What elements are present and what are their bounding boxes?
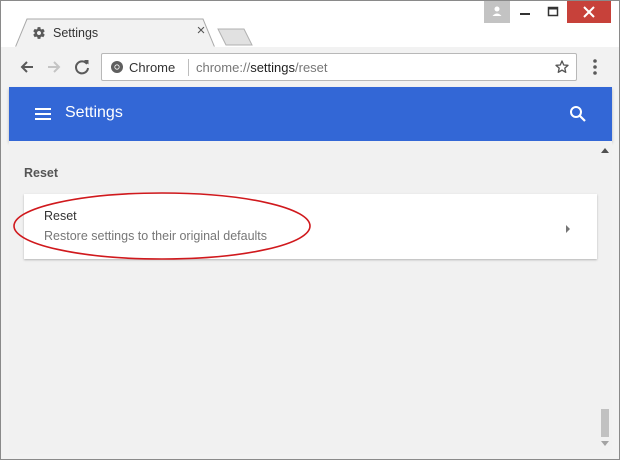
chrome-icon: [110, 60, 124, 74]
tab-settings[interactable]: Settings ×: [15, 18, 215, 48]
more-vert-icon: [593, 59, 597, 75]
url-prefix: chrome://: [196, 60, 251, 75]
origin-label: Chrome: [129, 60, 176, 75]
settings-content: Reset Reset Restore settings to their or…: [9, 141, 612, 454]
settings-header: Settings: [9, 87, 612, 141]
chrome-menu-button[interactable]: [587, 57, 603, 77]
browser-toolbar: Chrome chrome://settings/reset: [1, 47, 619, 87]
new-tab-button[interactable]: [217, 28, 253, 46]
reset-row-description: Restore settings to their original defau…: [44, 229, 268, 243]
gear-icon: [32, 26, 46, 40]
back-button[interactable]: [17, 57, 37, 77]
reset-settings-row[interactable]: Reset Restore settings to their original…: [24, 194, 597, 259]
url-host: settings: [250, 60, 295, 75]
section-heading: Reset: [24, 166, 59, 180]
search-icon[interactable]: [569, 105, 587, 123]
close-button[interactable]: [567, 1, 611, 23]
forward-button[interactable]: [44, 57, 64, 77]
menu-icon[interactable]: [35, 107, 51, 121]
reload-button[interactable]: [72, 57, 92, 77]
reload-icon: [75, 60, 89, 75]
scroll-up-icon[interactable]: [600, 147, 610, 155]
profile-button[interactable]: [484, 1, 510, 23]
close-icon: [583, 6, 595, 18]
url-text[interactable]: chrome://settings/reset: [196, 60, 328, 75]
person-icon: [492, 6, 502, 16]
maximize-icon: [547, 6, 559, 17]
url-path: /reset: [295, 60, 328, 75]
scroll-down-icon[interactable]: [600, 439, 610, 447]
minimize-icon: [520, 13, 530, 15]
bookmark-star-icon[interactable]: [554, 59, 570, 75]
page-title: Settings: [65, 104, 123, 121]
tab-close-icon[interactable]: ×: [193, 23, 209, 39]
tab-title: Settings: [53, 26, 99, 40]
page-scrollbar[interactable]: [598, 141, 612, 454]
scrollbar-thumb[interactable]: [601, 409, 609, 437]
arrow-right-icon: [564, 221, 572, 233]
address-separator: [188, 59, 189, 76]
back-arrow-icon: [20, 61, 33, 73]
forward-arrow-icon: [48, 61, 61, 73]
browser-window: Settings × Chrome chrome://settings/rese…: [0, 0, 620, 460]
title-bar: Settings ×: [1, 1, 619, 48]
reset-row-title: Reset: [44, 209, 77, 223]
minimize-button[interactable]: [512, 1, 538, 23]
address-bar[interactable]: Chrome chrome://settings/reset: [101, 53, 577, 81]
maximize-button[interactable]: [540, 1, 566, 23]
